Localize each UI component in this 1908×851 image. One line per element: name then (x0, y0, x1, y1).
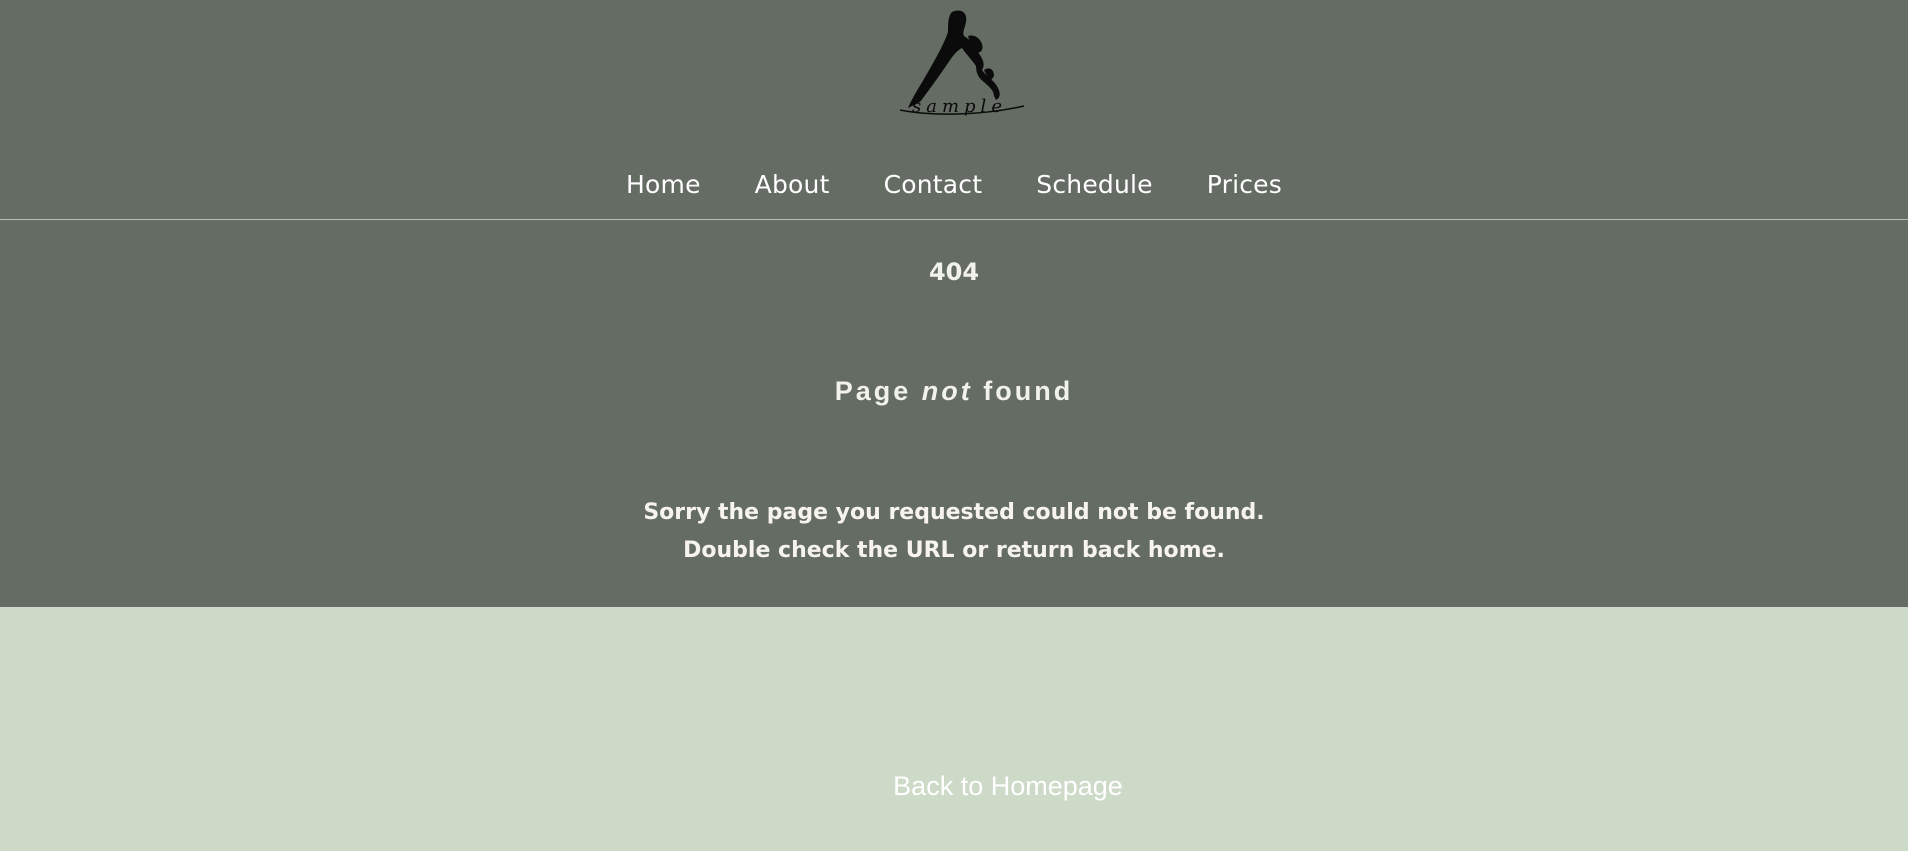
header-section: sample Home About Contact Schedule Price… (0, 0, 1908, 607)
headline-emphasis: not (921, 376, 973, 406)
yoga-pose-icon: sample (899, 10, 1025, 117)
error-message-line-2: Double check the URL or return back home… (683, 538, 1225, 563)
back-to-homepage-link[interactable]: Back to Homepage (0, 773, 1908, 800)
nav-item-schedule[interactable]: Schedule (1036, 172, 1152, 197)
headline-prefix: Page (834, 376, 922, 406)
header-divider (0, 219, 1908, 220)
headline-suffix: found (972, 376, 1074, 406)
brand-logo[interactable]: sample (890, 6, 1030, 122)
nav-item-about[interactable]: About (755, 172, 830, 197)
nav-item-prices[interactable]: Prices (1207, 172, 1282, 197)
error-headline: Page not found (0, 378, 1908, 405)
error-message: Sorry the page you requested could not b… (0, 494, 1908, 570)
main-nav: Home About Contact Schedule Prices (0, 160, 1908, 208)
nav-item-contact[interactable]: Contact (884, 172, 983, 197)
nav-item-home[interactable]: Home (626, 172, 701, 197)
error-message-line-1: Sorry the page you requested could not b… (643, 500, 1265, 525)
error-code: 404 (928, 258, 980, 286)
